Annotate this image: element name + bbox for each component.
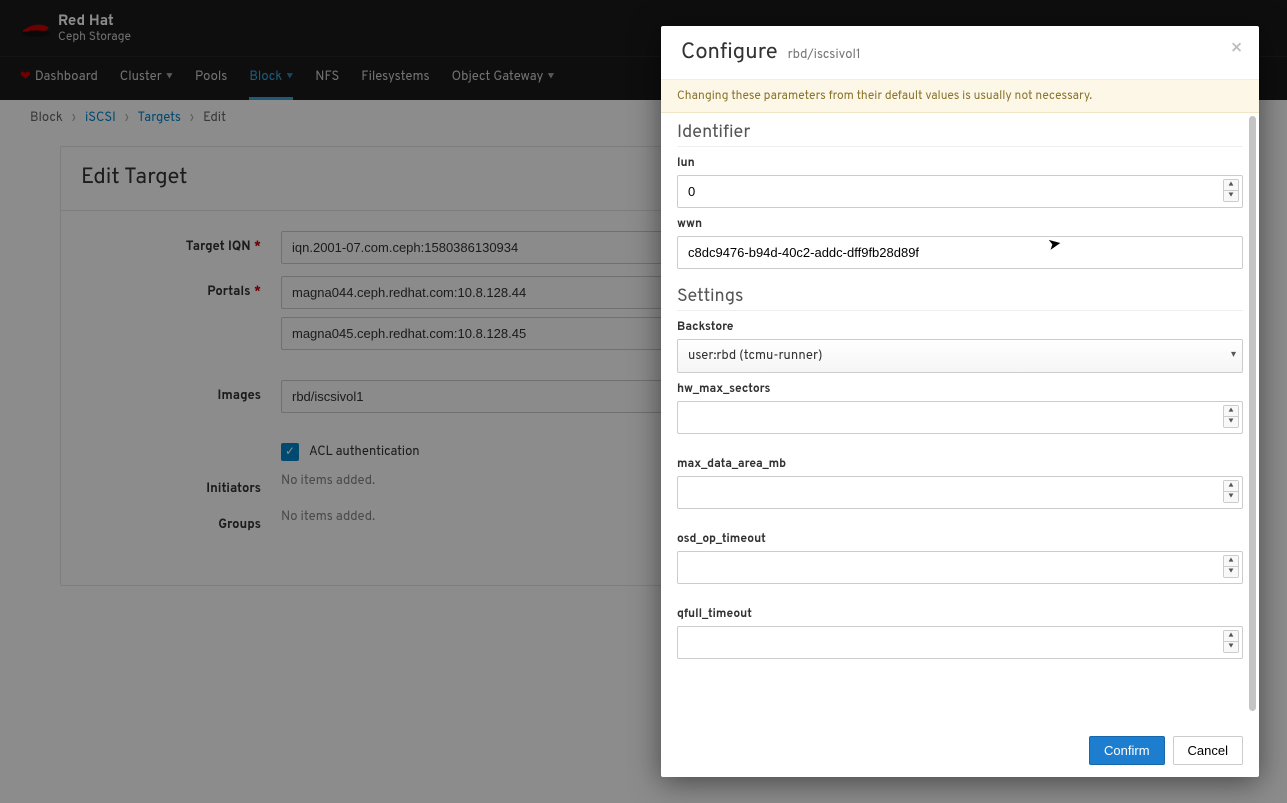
configure-modal: × Configure rbd/iscsivol1 Changing these… [661,26,1259,777]
label-hw-max-sectors: hw_max_sectors [677,381,1243,397]
confirm-button[interactable]: Confirm [1089,736,1165,765]
spinner[interactable]: ▲▼ [1223,405,1239,428]
backstore-select[interactable]: user:rbd (tcmu-runner) ▾ [677,339,1243,373]
label-wwn: wwn [677,216,1243,232]
section-settings: Settings [677,285,1243,311]
label-qfull-timeout: qfull_timeout [677,606,1243,622]
chevron-down-icon: ▾ [1231,348,1236,361]
label-max-data-area-mb: max_data_area_mb [677,456,1243,472]
spinner[interactable]: ▲▼ [1223,630,1239,653]
max-data-area-mb-input[interactable] [677,476,1243,509]
lun-input[interactable] [677,175,1243,208]
label-backstore: Backstore [677,319,1243,335]
wwn-input[interactable] [677,236,1243,269]
section-identifier: Identifier [677,121,1243,147]
spinner[interactable]: ▲▼ [1223,179,1239,202]
modal-subtitle: rbd/iscsivol1 [788,47,861,63]
modal-title: Configure [681,40,778,67]
modal-footer: Confirm Cancel [661,724,1259,777]
qfull-timeout-input[interactable] [677,626,1243,659]
modal-body[interactable]: Changing these parameters from their def… [661,80,1259,724]
cancel-button[interactable]: Cancel [1173,736,1243,765]
warning-banner: Changing these parameters from their def… [661,80,1259,113]
spinner[interactable]: ▲▼ [1223,555,1239,578]
spinner[interactable]: ▲▼ [1223,480,1239,503]
scrollbar-thumb[interactable] [1249,116,1256,711]
osd-op-timeout-input[interactable] [677,551,1243,584]
hw-max-sectors-input[interactable] [677,401,1243,434]
backstore-value: user:rbd (tcmu-runner) [688,348,822,364]
label-lun: lun [677,155,1243,171]
close-icon[interactable]: × [1230,36,1243,62]
label-osd-op-timeout: osd_op_timeout [677,531,1243,547]
